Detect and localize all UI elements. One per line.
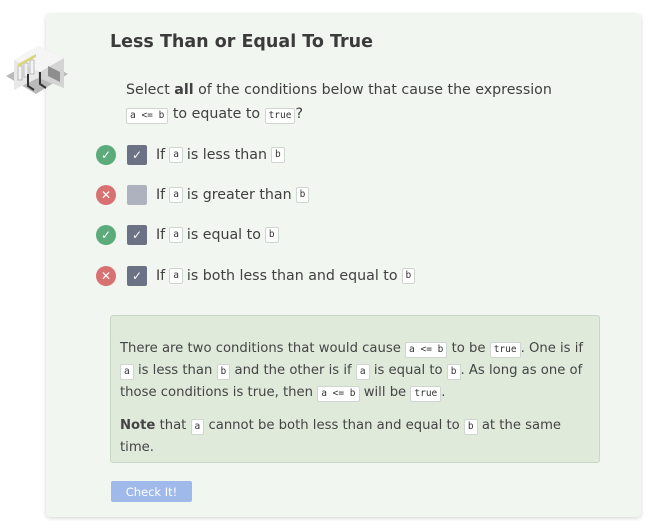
x-circle-icon: ✕ [96,266,116,286]
code-snippet: b [463,419,478,435]
option-label: If a is greater than b [156,187,310,203]
code-snippet: b [295,187,310,203]
code-snippet: true [264,108,296,124]
note-paragraph: Note that a cannot be both less than and… [120,418,562,455]
code-snippet: a [190,419,205,435]
option-checkbox[interactable]: ✓ [127,225,147,245]
code-snippet: a [169,268,183,284]
option-row[interactable]: ✕ If a is greater than b [96,184,310,206]
code-snippet: b [216,364,231,380]
code-snippet: a [169,187,183,203]
code-snippet: a <= b [317,386,360,402]
code-snippet: b [401,268,416,284]
option-checkbox[interactable]: ✓ [127,145,147,165]
note-label: Note [120,418,156,433]
option-label: If a is both less than and equal to b [156,268,416,284]
question-bold: all [174,82,194,98]
check-circle-icon: ✓ [96,145,116,165]
check-circle-icon: ✓ [96,225,116,245]
code-snippet: true [489,342,521,358]
question-text: Select all of the conditions below that … [126,82,552,124]
option-label: If a is equal to b [156,227,279,243]
option-label: If a is less than b [156,147,285,163]
option-checkbox[interactable]: ✓ [127,266,147,286]
code-snippet: a [120,364,134,380]
code-snippet: a [169,227,183,243]
page-title: Less Than or Equal To True [110,32,373,52]
option-row[interactable]: ✓ ✓ If a is less than b [96,144,285,166]
code-snippet: a [169,147,183,163]
code-snippet: b [270,147,285,163]
code-snippet: b [264,227,279,243]
option-row[interactable]: ✓ ✓ If a is equal to b [96,224,279,246]
x-circle-icon: ✕ [96,185,116,205]
checkmark-icon: ✓ [131,228,143,242]
option-row[interactable]: ✕ ✓ If a is both less than and equal to … [96,265,416,287]
checkmark-icon: ✓ [131,148,143,162]
explanation-paragraph: There are two conditions that would caus… [120,341,584,402]
codio-building-logo-icon [6,46,68,94]
check-it-button[interactable]: Check It! [111,481,192,502]
option-checkbox[interactable] [127,185,147,205]
code-snippet: b [446,364,461,380]
code-snippet: a [355,364,370,380]
code-snippet: a <= b [126,108,169,124]
explanation-box: There are two conditions that would caus… [110,315,600,463]
code-snippet: true [410,386,442,402]
checkmark-icon: ✓ [131,269,143,283]
code-snippet: a <= b [405,342,448,358]
